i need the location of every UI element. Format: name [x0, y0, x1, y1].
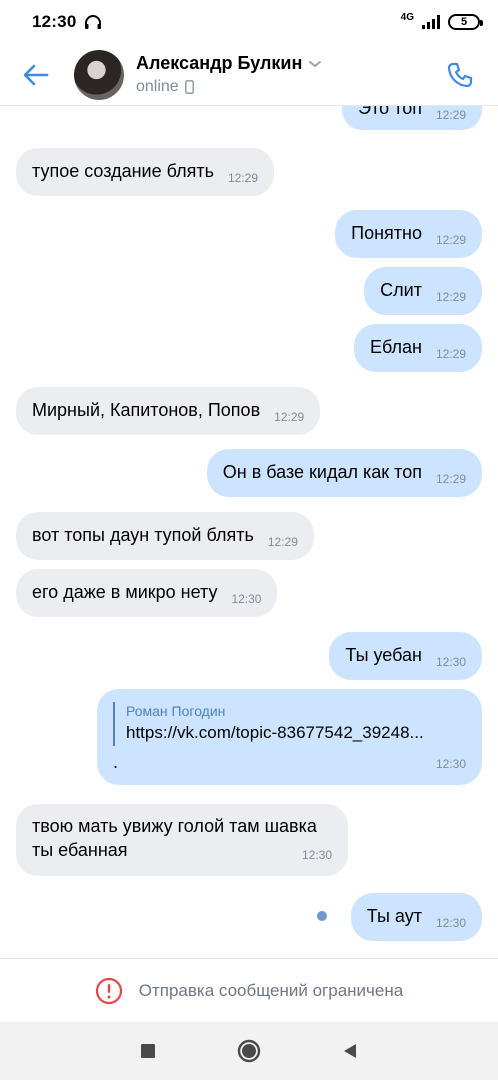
message-time: 12:30: [435, 655, 466, 669]
message-incoming[interactable]: тупое создание блять 12:29: [16, 148, 275, 196]
chevron-down-icon: [309, 60, 322, 67]
message-time: 12:29: [274, 410, 305, 424]
status-time: 12:30: [32, 12, 77, 31]
nav-recents-icon: [141, 1044, 155, 1058]
message-outgoing[interactable]: Ты аут 12:30: [350, 893, 482, 941]
message-outgoing[interactable]: Ты уебан 12:30: [329, 632, 482, 680]
nav-home-button[interactable]: [237, 1039, 261, 1063]
battery-level: 5: [460, 16, 468, 28]
message-time: 12:30: [435, 757, 466, 771]
message-outgoing[interactable]: Он в базе кидал как топ 12:29: [206, 449, 482, 497]
message-incoming[interactable]: Мирный, Капитонов, Попов 12:29: [16, 387, 321, 435]
network-type: 4G: [400, 11, 414, 23]
reply-author: Роман Погодин: [126, 703, 226, 719]
mobile-icon: [184, 80, 194, 94]
message-outgoing[interactable]: Слит 12:29: [364, 267, 482, 315]
battery-icon: 5: [448, 14, 483, 30]
message-list[interactable]: Это топ 12:29 тупое создание блять 12:29 П…: [0, 106, 498, 958]
restriction-notice: Отправка сообщений ограничена: [138, 980, 404, 1000]
message-outgoing[interactable]: Еблан 12:29: [354, 324, 482, 372]
message-time: 12:29: [227, 171, 259, 185]
message-time: 12:29: [435, 290, 466, 304]
message-incoming[interactable]: твою мать увижу голой там шавка ты ебанн…: [16, 804, 348, 876]
message-outgoing[interactable]: Это топ 12:29: [342, 106, 482, 130]
nav-recents-button[interactable]: [136, 1039, 160, 1063]
message-time: 12:30: [231, 592, 262, 606]
message-incoming[interactable]: его даже в микро нету 12:30: [16, 569, 278, 617]
signal-icon: [422, 15, 440, 29]
unread-indicator: [317, 911, 327, 921]
message-outgoing[interactable]: Понятно 12:29: [335, 210, 482, 258]
message-outgoing-reply[interactable]: Роман Погодин https://vk.com/topic-83677…: [97, 689, 482, 785]
chat-header: Александр Булкин online: [0, 44, 498, 106]
input-restricted-bar: Отправка сообщений ограничена: [0, 958, 498, 1022]
message-time: 12:29: [435, 233, 466, 247]
headphones-icon: [85, 15, 102, 29]
contact-status: online: [136, 78, 179, 95]
reply-quote[interactable]: Роман Погодин https://vk.com/topic-83677…: [113, 702, 466, 746]
message-time: 12:29: [435, 347, 466, 361]
nav-home-icon: [237, 1039, 261, 1063]
system-nav-bar: [0, 1022, 498, 1080]
back-button[interactable]: [16, 55, 56, 95]
message-time: 12:30: [301, 848, 332, 862]
message-time: 12:30: [435, 916, 466, 930]
reply-link[interactable]: https://vk.com/topic-83677542_39248...: [126, 720, 466, 746]
message-time: 12:29: [267, 535, 298, 549]
phone-icon: [447, 62, 473, 87]
call-button[interactable]: [440, 55, 480, 95]
status-bar: 12:30 4G 5: [0, 0, 498, 44]
message-text: .: [113, 752, 119, 772]
warning-icon: [95, 977, 122, 1004]
message-time: 12:29: [435, 472, 466, 486]
back-arrow-icon: [23, 64, 49, 85]
nav-back-icon: [344, 1044, 356, 1058]
message-time: 12:29: [435, 108, 466, 122]
contact-name: Александр Булкин: [136, 53, 303, 73]
message-incoming[interactable]: вот топы даун тупой блять 12:29: [16, 512, 314, 560]
contact-info[interactable]: Александр Булкин online: [136, 53, 322, 96]
nav-back-button[interactable]: [338, 1039, 362, 1063]
avatar[interactable]: [74, 49, 124, 100]
